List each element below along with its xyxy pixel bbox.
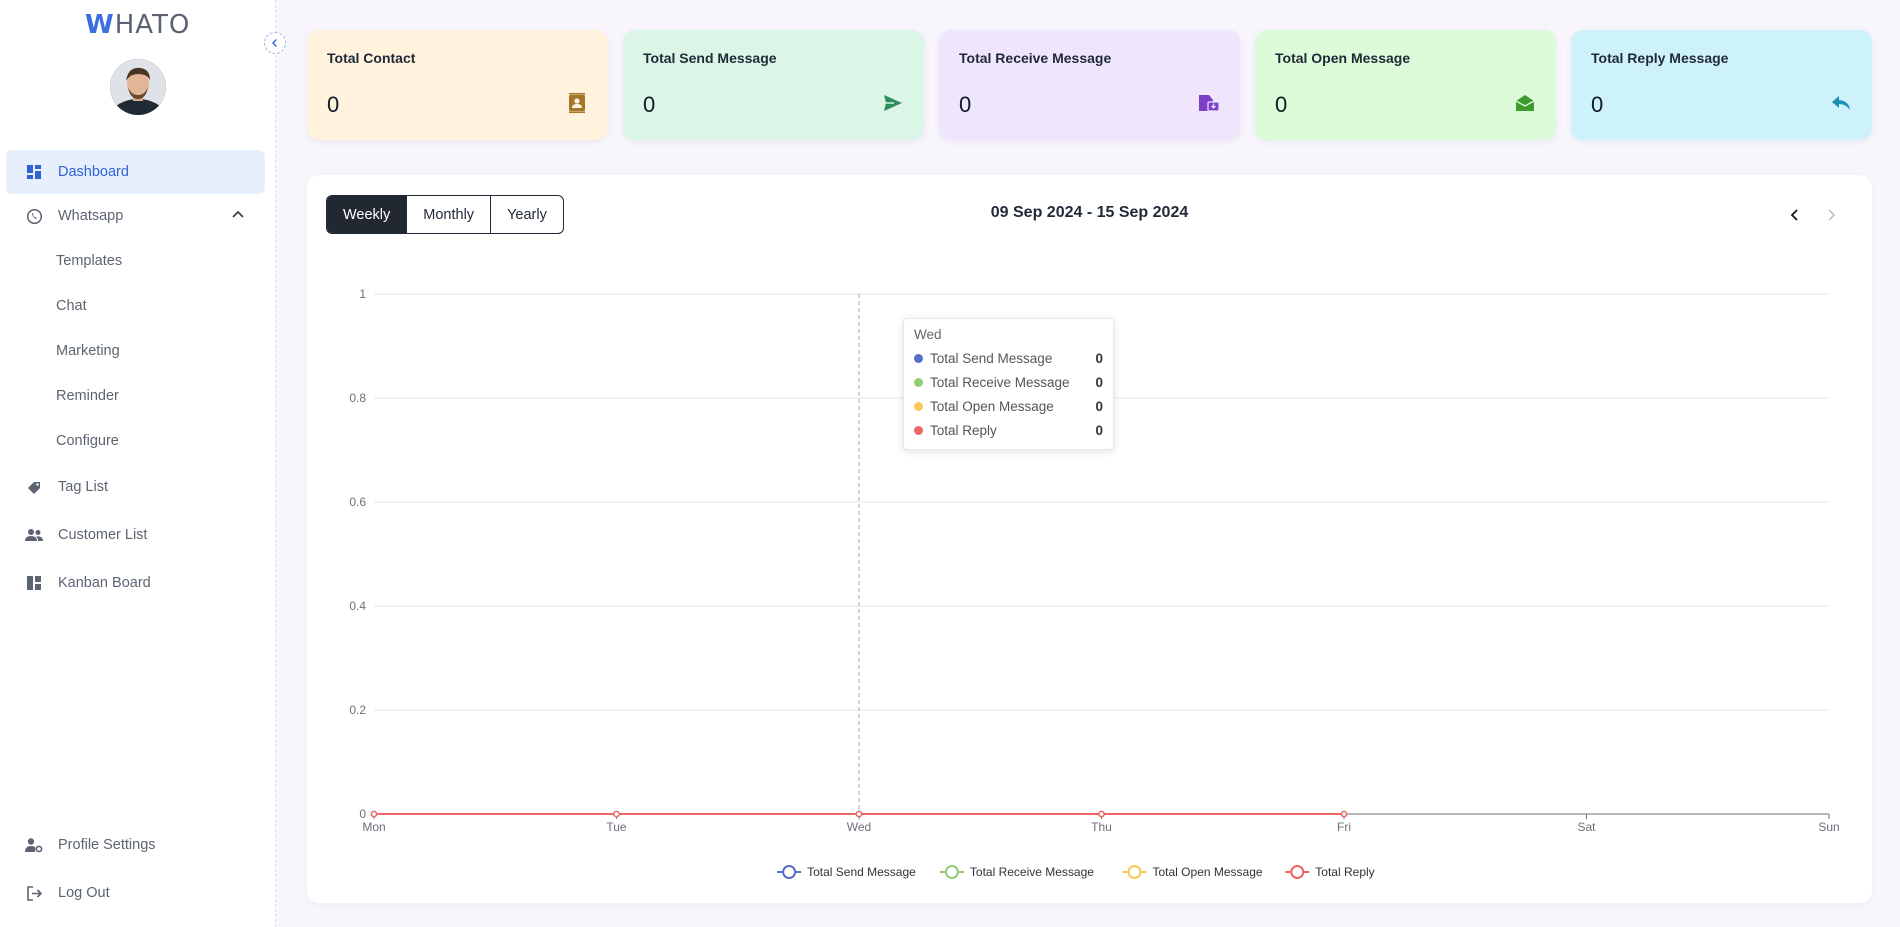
legend-label: Total Open Message: [1153, 865, 1263, 879]
contact-book-icon: [566, 92, 588, 114]
sidebar-item-label: Profile Settings: [58, 837, 156, 853]
legend-label: Total Reply: [1315, 865, 1374, 879]
logout-icon: [24, 883, 44, 903]
sidebar-item-label: Dashboard: [58, 164, 129, 180]
whatsapp-icon: [24, 206, 44, 226]
chart-panel: Weekly Monthly Yearly 09 Sep 2024 - 15 S…: [307, 175, 1872, 903]
users-icon: [24, 525, 44, 545]
sidebar-item-marketing[interactable]: Marketing: [6, 328, 265, 373]
legend-marker: [1290, 865, 1305, 879]
app-logo[interactable]: WHATO: [85, 10, 190, 40]
stat-cards: Total Contact 0 Total Send Message 0 Tot…: [307, 30, 1872, 140]
open-envelope-icon: [1514, 92, 1536, 114]
x-tick-label: Sun: [1818, 820, 1839, 834]
sidebar-item-label: Log Out: [58, 885, 110, 901]
data-point: [1340, 810, 1348, 818]
inbox-receive-icon: [1198, 92, 1220, 114]
card-value: 0: [1591, 92, 1604, 117]
legend-marker: [944, 865, 959, 879]
sidebar-item-configure[interactable]: Configure: [6, 418, 265, 463]
x-tick-label: Mon: [362, 820, 385, 834]
legend-marker: [1127, 865, 1142, 879]
data-point: [1098, 810, 1105, 818]
card-title: Total Receive Message: [959, 50, 1112, 66]
sidebar: WHATO Dashboard Whatsapp Templates Chat …: [0, 0, 276, 927]
sidebar-item-label: Whatsapp: [58, 208, 124, 224]
sidebar-item-profile-settings[interactable]: Profile Settings: [6, 821, 265, 869]
tooltip-header: Wed: [914, 327, 942, 342]
chevron-up-icon[interactable]: [231, 208, 245, 226]
x-tick-label: Sat: [1577, 820, 1596, 834]
sidebar-item-kanban-board[interactable]: Kanban Board: [6, 559, 265, 607]
sidebar-item-label: Customer List: [58, 527, 148, 543]
y-tick-label: 0.8: [349, 391, 366, 405]
chart-tooltip: Wed Total Send Message 0 Total Receive M…: [903, 318, 1114, 450]
tooltip-row: Total Send Message 0: [914, 346, 1103, 370]
x-tick-label: Tue: [606, 820, 627, 834]
y-tick-label: 0: [359, 807, 366, 821]
user-gear-icon: [24, 835, 44, 855]
card-total-send-message[interactable]: Total Send Message 0: [623, 30, 924, 140]
tooltip-row: Total Receive Message 0: [914, 370, 1103, 394]
legend-marker: [782, 865, 797, 879]
y-tick-label: 0.4: [349, 599, 366, 613]
tooltip-row: Total Reply 0: [914, 418, 1103, 442]
card-title: Total Reply Message: [1591, 50, 1729, 66]
card-value: 0: [959, 92, 972, 117]
sidebar-item-dashboard[interactable]: Dashboard: [6, 150, 265, 194]
card-total-open-message[interactable]: Total Open Message 0: [1255, 30, 1556, 140]
card-title: Total Open Message: [1275, 50, 1411, 66]
x-tick-label: Thu: [1091, 820, 1112, 834]
reply-icon: [1830, 92, 1852, 114]
sidebar-item-customer-list[interactable]: Customer List: [6, 511, 265, 559]
sidebar-bottom-nav: Profile Settings Log Out: [6, 821, 265, 917]
y-tick-label: 0.6: [349, 495, 366, 509]
sidebar-item-reminder[interactable]: Reminder: [6, 373, 265, 418]
sidebar-item-tag-list[interactable]: Tag List: [6, 463, 265, 511]
series-dot: [914, 377, 923, 387]
chevron-left-icon: [271, 38, 278, 48]
sidebar-item-templates[interactable]: Templates: [6, 238, 265, 283]
avatar-image: [110, 59, 166, 115]
kanban-icon: [24, 573, 44, 593]
line-chart[interactable]: 0 0.2 0.4 0.6 0.8 1 Mon Tue Wed Thu Fri Sat Sun Total…: [307, 175, 1872, 903]
sidebar-item-label: Kanban Board: [58, 575, 151, 591]
card-value: 0: [1275, 92, 1288, 117]
sidebar-item-log-out[interactable]: Log Out: [6, 869, 265, 917]
x-tick-label: Fri: [1337, 820, 1351, 834]
data-point: [613, 810, 620, 818]
card-value: 0: [643, 92, 656, 117]
data-point: [855, 810, 863, 818]
dashboard-icon: [24, 162, 44, 182]
card-title: Total Contact: [327, 50, 416, 66]
legend-label: Total Send Message: [807, 865, 916, 879]
y-tick-label: 1: [359, 287, 366, 301]
sidebar-item-label: Tag List: [58, 479, 108, 495]
card-total-reply-message[interactable]: Total Reply Message 0: [1571, 30, 1872, 140]
card-total-contact[interactable]: Total Contact 0: [307, 30, 608, 140]
x-tick-label: Wed: [847, 820, 871, 834]
tag-icon: [24, 477, 44, 497]
card-title: Total Send Message: [643, 50, 777, 66]
series-dot: [914, 353, 923, 363]
series-dot: [914, 401, 923, 411]
collapse-sidebar-button[interactable]: [264, 32, 286, 54]
sidebar-item-whatsapp[interactable]: Whatsapp: [6, 194, 265, 238]
sidebar-nav: Dashboard Whatsapp Templates Chat Market…: [6, 150, 265, 607]
send-icon: [882, 92, 904, 114]
card-value: 0: [327, 92, 340, 117]
data-point: [370, 810, 378, 818]
tooltip-row: Total Open Message 0: [914, 394, 1103, 418]
sidebar-item-chat[interactable]: Chat: [6, 283, 265, 328]
y-tick-label: 0.2: [349, 703, 366, 717]
legend-label: Total Receive Message: [970, 865, 1094, 879]
avatar[interactable]: [110, 59, 166, 115]
card-total-receive-message[interactable]: Total Receive Message 0: [939, 30, 1240, 140]
series-dot: [914, 425, 923, 435]
